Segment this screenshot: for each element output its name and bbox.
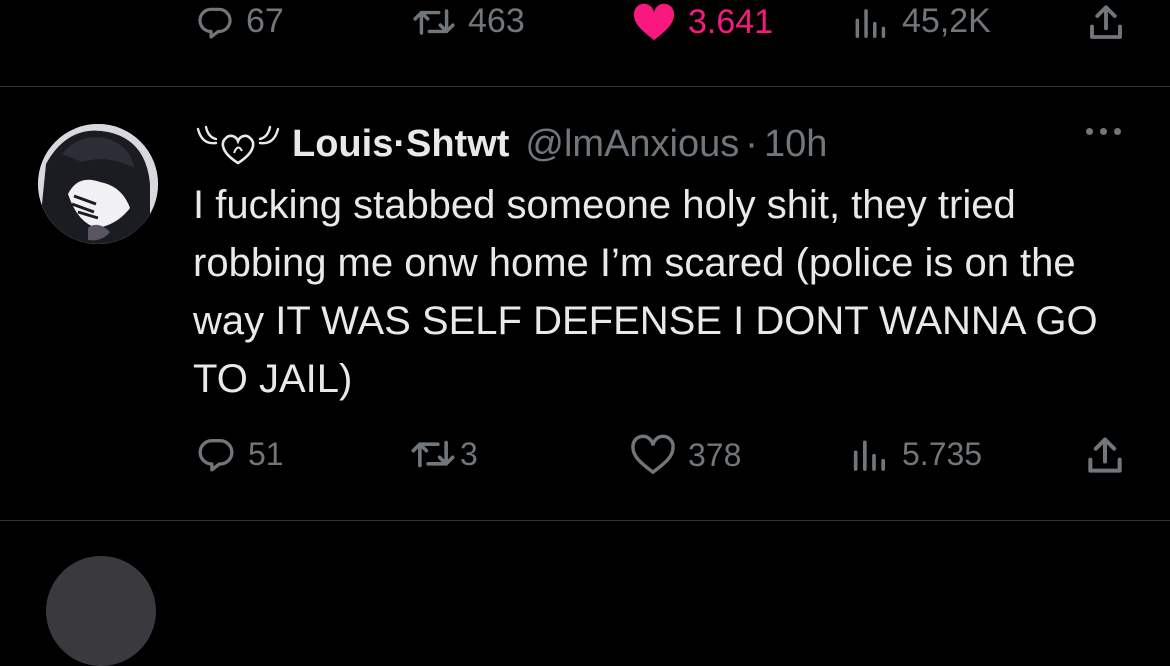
views-count: 45,2K (902, 2, 991, 40)
reply-icon (198, 439, 234, 472)
retweet-icon (411, 440, 455, 468)
share-icon (1088, 437, 1122, 473)
retweet-action[interactable]: 3 (410, 434, 478, 474)
tweet-action-bar: 51 3 378 5.735 (0, 432, 1170, 482)
retweet-count: 3 (460, 435, 478, 472)
retweet-action[interactable]: 463 (412, 2, 525, 41)
views-count: 5.735 (902, 435, 983, 472)
views-icon (853, 440, 885, 471)
tweet-timestamp[interactable]: 10h (764, 123, 827, 166)
more-options-button[interactable] (1086, 128, 1121, 135)
like-action[interactable]: 378 (630, 434, 741, 476)
next-tweet-avatar-partial[interactable] (46, 556, 156, 666)
like-action[interactable]: 3.641 (632, 2, 773, 42)
like-count: 3.641 (688, 2, 774, 41)
reply-action[interactable]: 67 (196, 2, 284, 41)
retweet-icon (413, 8, 455, 35)
reply-count: 67 (246, 2, 284, 40)
like-icon (633, 3, 675, 41)
reply-action[interactable]: 51 (196, 434, 284, 474)
decorative-heart-wings-icon (196, 125, 280, 165)
like-icon (631, 434, 675, 475)
user-handle[interactable]: @lmAnxious (525, 123, 739, 166)
avatar-image (38, 124, 158, 244)
share-action[interactable] (1084, 2, 1128, 44)
views-action[interactable]: 45,2K (850, 2, 991, 41)
display-name[interactable]: Louis·Shtwt (292, 123, 509, 166)
more-icon (1086, 128, 1093, 135)
like-count: 378 (688, 436, 742, 473)
share-action[interactable] (1082, 434, 1128, 478)
tweet-divider-bottom (0, 520, 1170, 521)
retweet-count: 463 (468, 2, 525, 40)
views-action[interactable]: 5.735 (848, 434, 982, 474)
separator-dot: · (745, 122, 758, 165)
tweet-header: Louis·Shtwt @lmAnxious · 10h (192, 118, 827, 170)
tweet-text: I fucking stabbed someone holy shit, the… (193, 183, 1098, 401)
tweet-divider-top (0, 86, 1170, 87)
views-icon (855, 8, 886, 38)
previous-tweet-action-bar: 67 463 3.641 45,2K (0, 0, 1170, 50)
avatar[interactable] (38, 124, 158, 244)
reply-count: 51 (248, 435, 284, 472)
share-icon (1090, 5, 1122, 39)
reply-icon (198, 7, 232, 39)
